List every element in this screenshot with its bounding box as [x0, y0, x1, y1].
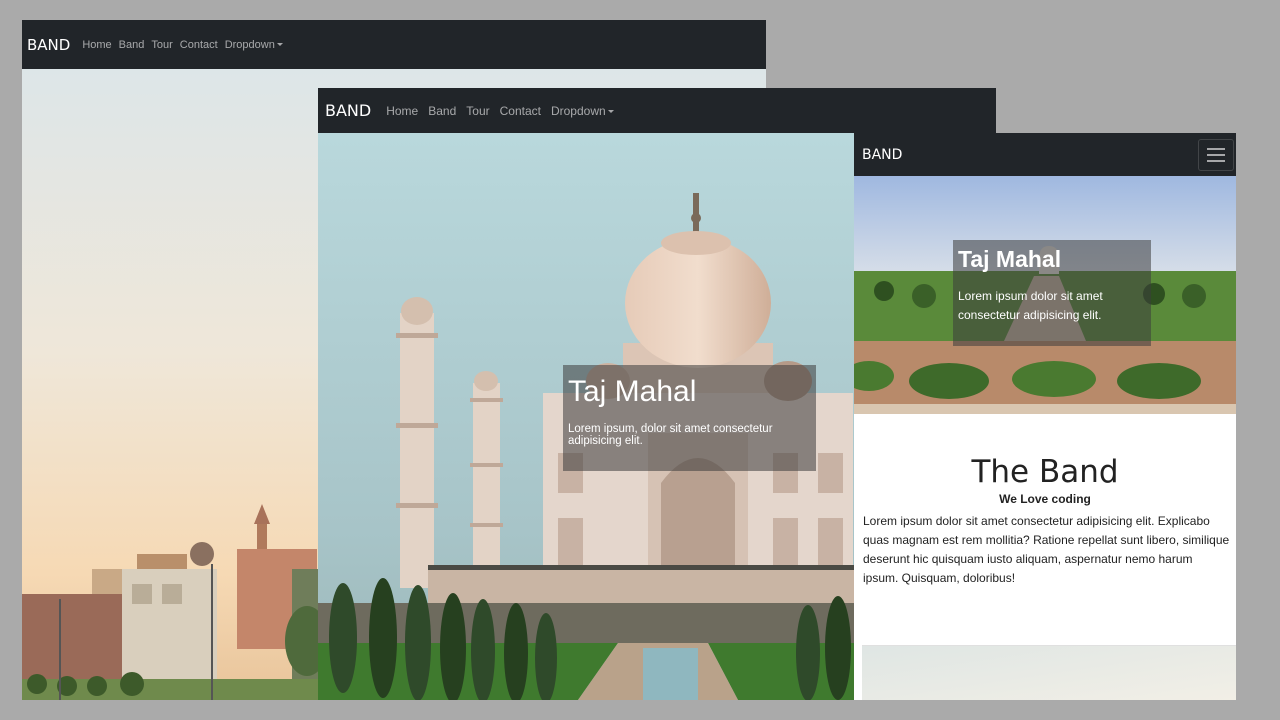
nav-dropdown[interactable]: Dropdown [225, 39, 283, 51]
hamburger-line [1207, 153, 1225, 156]
mobile-navbar: BAND [854, 133, 1236, 176]
caption-text: Lorem ipsum, dolor sit amet consectetur … [568, 423, 773, 447]
nav-dropdown-label: Dropdown [224, 38, 275, 51]
nav-link-home[interactable]: Home [82, 39, 111, 51]
carousel-caption: Taj Mahal Lorem ipsum dolor sit amet con… [953, 240, 1151, 346]
nav-link-tour[interactable]: Tour [151, 39, 172, 51]
tablet-nav-links: Home Band Tour Contact Dropdown [386, 104, 623, 118]
hamburger-line [1207, 159, 1225, 162]
caption-title: Taj Mahal [568, 375, 697, 408]
hamburger-line [1207, 147, 1225, 150]
band-image [862, 645, 1236, 700]
nav-dropdown[interactable]: Dropdown [551, 104, 614, 118]
nav-link-band[interactable]: Band [119, 39, 145, 51]
nav-link-home[interactable]: Home [386, 104, 418, 118]
tablet-navbar: BAND Home Band Tour Contact Dropdown [318, 88, 996, 133]
mobile-view-window: BAND Taj Mahal Lorem ipsum dolor sit ame… [854, 133, 1236, 700]
nav-link-contact[interactable]: Contact [180, 39, 218, 51]
carousel-caption: Taj Mahal Lorem ipsum, dolor sit amet co… [563, 365, 816, 471]
band-title: The Band [971, 454, 1119, 490]
band-section: The Band We Love coding Lorem ipsum dolo… [854, 414, 1236, 644]
desktop-nav-links: Home Band Tour Contact Dropdown [82, 39, 290, 51]
caption-text: Lorem ipsum dolor sit amet consectetur a… [958, 289, 1103, 322]
brand-logo[interactable]: BAND [27, 36, 70, 54]
nav-link-band[interactable]: Band [428, 104, 456, 118]
caption-title: Taj Mahal [958, 246, 1062, 272]
nav-link-tour[interactable]: Tour [466, 104, 489, 118]
band-subtitle: We Love coding [999, 492, 1091, 506]
band-description: Lorem ipsum dolor sit amet consectetur a… [863, 514, 1230, 585]
nav-link-contact[interactable]: Contact [500, 104, 541, 118]
hamburger-icon[interactable] [1198, 138, 1234, 171]
nav-dropdown-label: Dropdown [550, 103, 606, 118]
brand-logo[interactable]: BAND [862, 147, 902, 163]
brand-logo[interactable]: BAND [325, 101, 371, 120]
caret-down-icon [607, 109, 614, 113]
desktop-navbar: BAND Home Band Tour Contact Dropdown [22, 20, 766, 69]
caret-down-icon [276, 43, 283, 47]
